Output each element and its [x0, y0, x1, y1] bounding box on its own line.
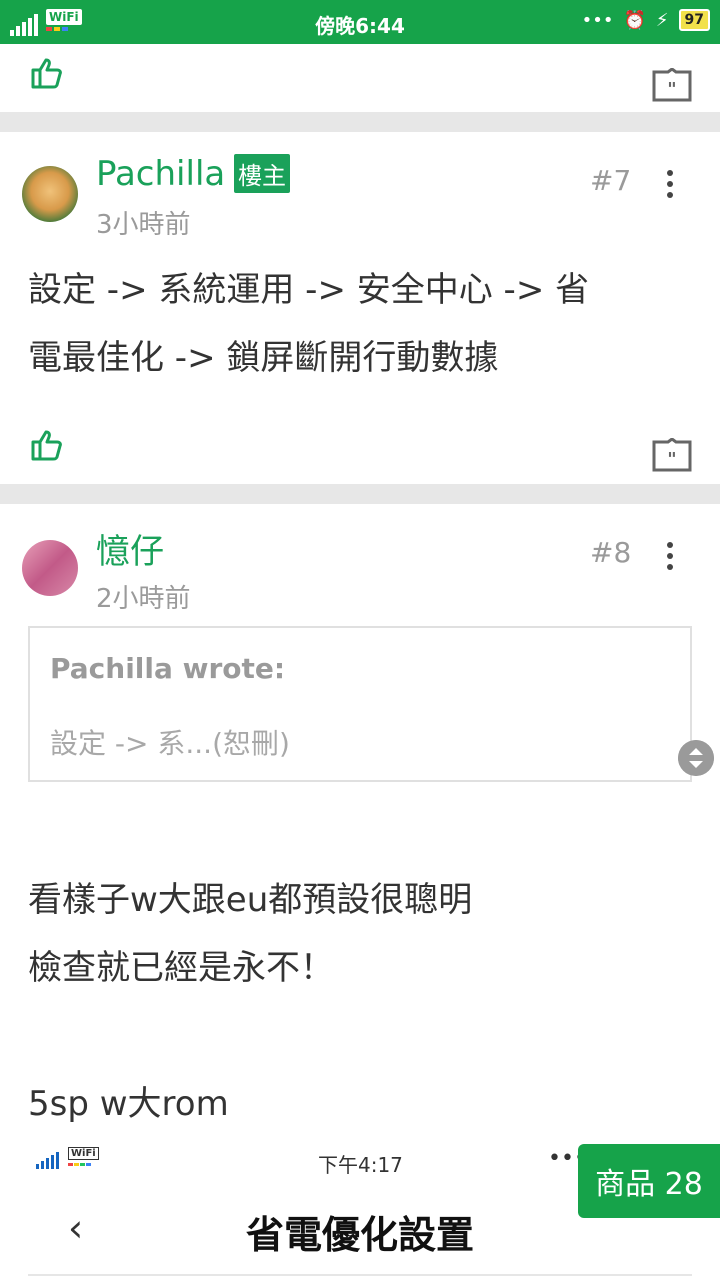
more-vert-icon[interactable]	[666, 542, 674, 570]
username[interactable]: Pachilla	[96, 154, 225, 194]
quote-reply-icon[interactable]: "	[652, 438, 692, 472]
post-card: Pachilla 樓主 3小時前 #7 設定 -> 系統運用 -> 安全中心 -…	[0, 132, 720, 484]
post-body-line: 檢查就已經是永不！	[28, 948, 334, 988]
username[interactable]: 憶仔	[96, 524, 164, 573]
more-dots-icon: •••	[581, 9, 614, 31]
op-badge: 樓主	[234, 154, 290, 193]
floor-number: #8	[590, 536, 632, 569]
avatar[interactable]	[22, 166, 78, 222]
more-vert-icon[interactable]	[666, 170, 674, 198]
battery-icon: 97	[678, 9, 710, 31]
product-button[interactable]: 商品 28	[578, 1144, 720, 1218]
floor-number: #7	[590, 164, 632, 197]
status-bar: WiFi 傍晚6:44 ••• ⏰ ⚡ 97	[0, 0, 720, 44]
wifi-indicator	[68, 1163, 91, 1166]
post-body: 設定 -> 系統運用 -> 安全中心 -> 省 電最佳化 -> 鎖屏斷開行動數據	[28, 256, 589, 392]
post-separator	[0, 484, 720, 504]
svg-text:": "	[667, 449, 676, 470]
quote-reply-icon[interactable]: "	[652, 68, 692, 102]
avatar[interactable]	[22, 540, 78, 596]
post-body-line: 設定 -> 系統運用 -> 安全中心 -> 省	[28, 270, 590, 310]
post-separator	[0, 112, 720, 132]
divider	[28, 1274, 692, 1276]
thumbs-up-icon[interactable]	[30, 56, 64, 90]
wifi-icon: WiFi	[68, 1147, 99, 1160]
signal-icon	[36, 1152, 59, 1169]
charging-icon: ⚡	[655, 9, 669, 31]
svg-text:": "	[667, 79, 676, 100]
thumbs-up-icon[interactable]	[30, 428, 64, 462]
previous-post-footer: "	[0, 44, 720, 112]
post-body-line	[28, 1002, 472, 1070]
scroll-handle-icon[interactable]	[678, 740, 714, 776]
post-body-line: 電最佳化 -> 鎖屏斷開行動數據	[28, 338, 499, 378]
post-time: 3小時前	[96, 210, 191, 240]
alarm-icon: ⏰	[623, 9, 646, 31]
post-body-line: 5sp w大rom	[28, 1084, 229, 1124]
post-body-line: 看樣子w大跟eu都預設很聰明	[28, 880, 473, 920]
quote-author: Pachilla wrote:	[50, 652, 286, 685]
post-time: 2小時前	[96, 584, 191, 614]
post-body: 看樣子w大跟eu都預設很聰明 檢查就已經是永不！ 5sp w大rom	[28, 866, 472, 1138]
embedded-time: 下午4:17	[318, 1153, 403, 1177]
quote-block[interactable]: Pachilla wrote: 設定 -> 系...(恕刪)	[28, 626, 692, 782]
quote-text: 設定 -> 系...(恕刪)	[50, 727, 290, 760]
